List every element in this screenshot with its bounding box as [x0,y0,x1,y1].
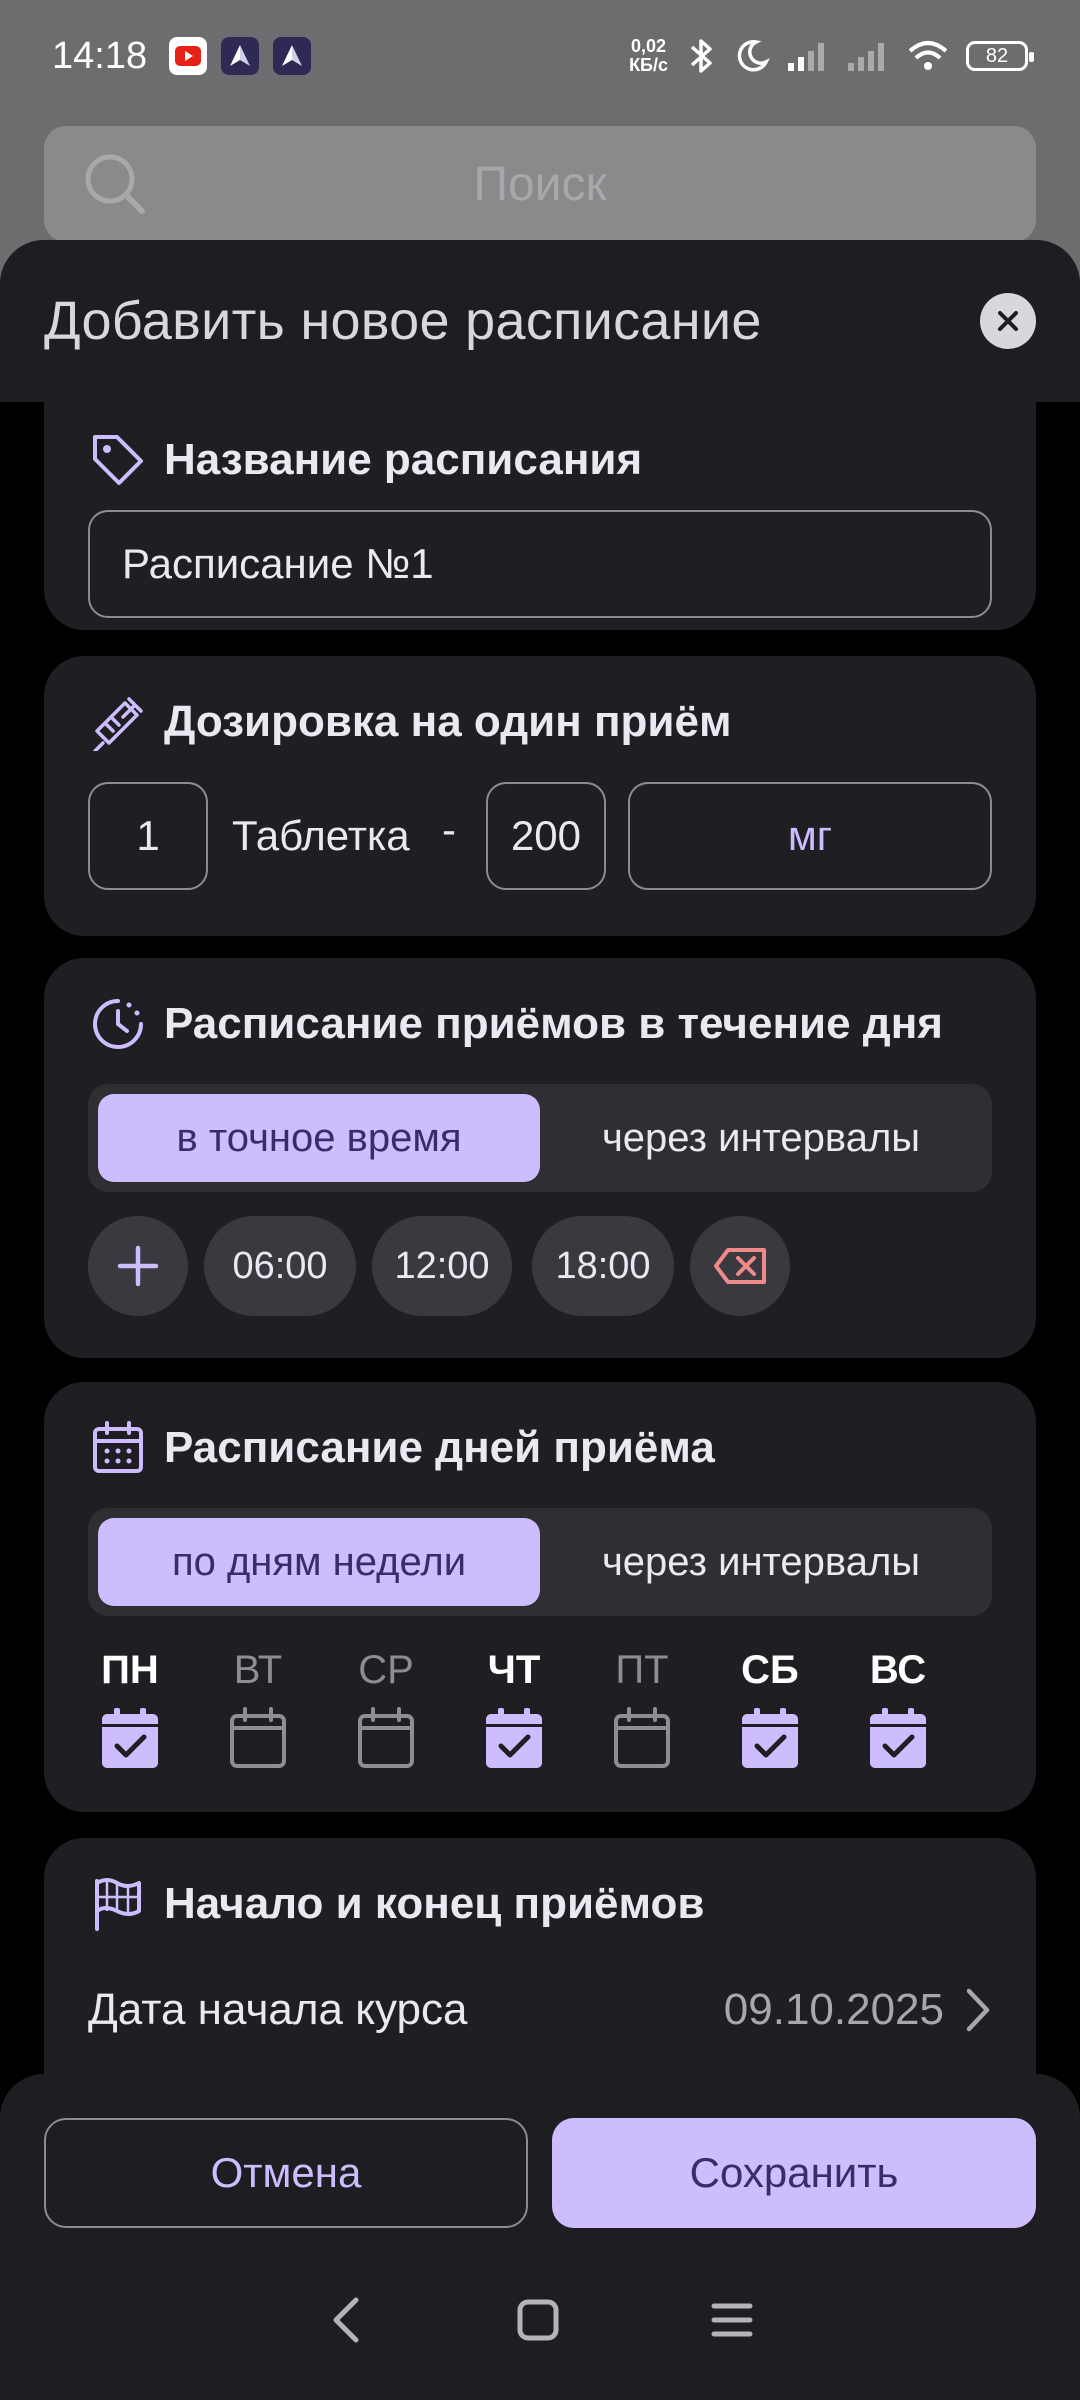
dose-amount-value: 200 [510,812,582,859]
time-chip[interactable]: 12:00 [372,1216,512,1316]
status-bar: 14:18 0,02 КБ/с 82 [0,0,1080,112]
dose-form-label: Таблетка [232,812,410,859]
battery-level: 82 [985,44,1009,67]
calendar-unchecked-icon [614,1707,670,1768]
time-chip[interactable]: 18:00 [532,1216,674,1316]
days-mode-interval[interactable]: через интервалы [540,1518,982,1606]
days-card: Расписание дней приёма по дням недели че… [44,1382,1036,1812]
weekday-label: ЧТ [487,1648,541,1692]
app-notification-icon-2 [273,37,312,75]
days-card-title: Расписание дней приёма [164,1423,715,1472]
weekday-6[interactable]: ВС [858,1642,938,1775]
save-button[interactable]: Сохранить [552,2118,1036,2228]
name-card-header: Название расписания [88,430,642,490]
cancel-button[interactable]: Отмена [44,2118,528,2228]
period-card-title: Начало и конец приёмов [164,1879,705,1928]
home-icon[interactable] [516,2298,560,2342]
moon-icon [737,40,770,72]
times-mode-interval[interactable]: через интервалы [540,1094,982,1182]
calendar-checked-icon [102,1708,158,1768]
weekday-4[interactable]: ПТ [602,1642,682,1775]
weekday-1[interactable]: ВТ [218,1642,298,1775]
weekday-2[interactable]: СР [346,1642,426,1775]
weekday-0[interactable]: ПН [90,1642,170,1775]
calendar-unchecked-icon [358,1707,414,1768]
sheet-title: Добавить новое расписание [44,291,762,351]
times-mode-exact[interactable]: в точное время [98,1094,540,1182]
calendar-icon [88,1418,148,1478]
recents-icon[interactable] [710,2298,754,2342]
signal-2-icon [848,43,884,71]
calendar-checked-icon [870,1708,926,1768]
dose-card: Дозировка на один приём 1 Таблетка - 200… [44,656,1036,936]
dose-quantity-value: 1 [136,812,160,859]
dose-amount-input[interactable]: 200 [486,782,606,890]
times-mode-toggle: в точное время через интервалы [88,1084,992,1192]
weekday-label: ПН [101,1648,159,1692]
dose-unit-value: мг [787,812,833,859]
weekday-label: ВС [869,1648,927,1692]
calendar-unchecked-icon [230,1707,286,1768]
app-notification-icon [221,37,260,75]
dose-unit-select[interactable]: мг [628,782,992,890]
chevron-right-icon [966,1988,990,2032]
period-card-header: Начало и конец приёмов [88,1874,704,1934]
net-speed: 0,02 КБ/с [629,37,668,75]
schedule-name-value: Расписание №1 [122,540,434,587]
start-date-value: 09.10.2025 [723,1985,944,2034]
clear-times-button[interactable] [690,1216,790,1316]
status-time: 14:18 [52,34,148,77]
syringe-icon [88,692,148,752]
weekday-label: СБ [741,1648,799,1692]
signal-icon [788,43,824,71]
bluetooth-icon [690,39,712,73]
weekday-label: ПТ [615,1648,669,1692]
net-speed-unit: КБ/с [629,55,668,75]
sheet-header: Добавить новое расписание [0,240,1080,402]
youtube-icon [169,37,208,75]
back-icon[interactable] [326,2294,366,2346]
dose-separator: - [442,806,456,853]
times-card-header: Расписание приёмов в течение дня [88,994,943,1054]
weekday-5[interactable]: СБ [730,1642,810,1775]
weekday-label: СР [358,1648,414,1692]
dose-card-header: Дозировка на один приём [88,692,732,752]
search-bar[interactable]: Поиск [44,126,1036,242]
time-chip[interactable]: 06:00 [204,1216,356,1316]
weekday-label: ВТ [233,1648,283,1692]
search-placeholder: Поиск [473,157,607,211]
start-date-row[interactable]: Дата начала курса 09.10.2025 [88,1970,992,2050]
times-card-title: Расписание приёмов в течение дня [164,999,943,1048]
net-speed-value: 0,02 [631,36,667,56]
weekday-3[interactable]: ЧТ [474,1642,554,1775]
clock-icon [88,994,148,1054]
add-time-button[interactable] [88,1216,188,1316]
plus-icon [117,1245,159,1287]
backspace-icon [714,1248,766,1284]
dose-quantity-input[interactable]: 1 [88,782,208,890]
calendar-checked-icon [486,1708,542,1768]
calendar-checked-icon [742,1708,798,1768]
system-nav-bar [0,2240,1080,2400]
start-date-label: Дата начала курса [88,1985,468,2034]
close-button[interactable] [980,293,1036,349]
days-mode-toggle: по дням недели через интервалы [88,1508,992,1616]
schedule-name-input[interactable]: Расписание №1 [88,510,992,618]
tag-icon [88,430,148,490]
days-mode-week[interactable]: по дням недели [98,1518,540,1606]
flag-icon [88,1874,148,1934]
dose-card-title: Дозировка на один приём [164,697,732,746]
times-card: Расписание приёмов в течение дня в точно… [44,958,1036,1358]
wifi-icon [908,41,948,70]
battery-indicator: 82 [966,41,1034,71]
name-card-title: Название расписания [164,435,643,484]
close-icon [998,311,1018,331]
days-card-header: Расписание дней приёма [88,1418,715,1478]
